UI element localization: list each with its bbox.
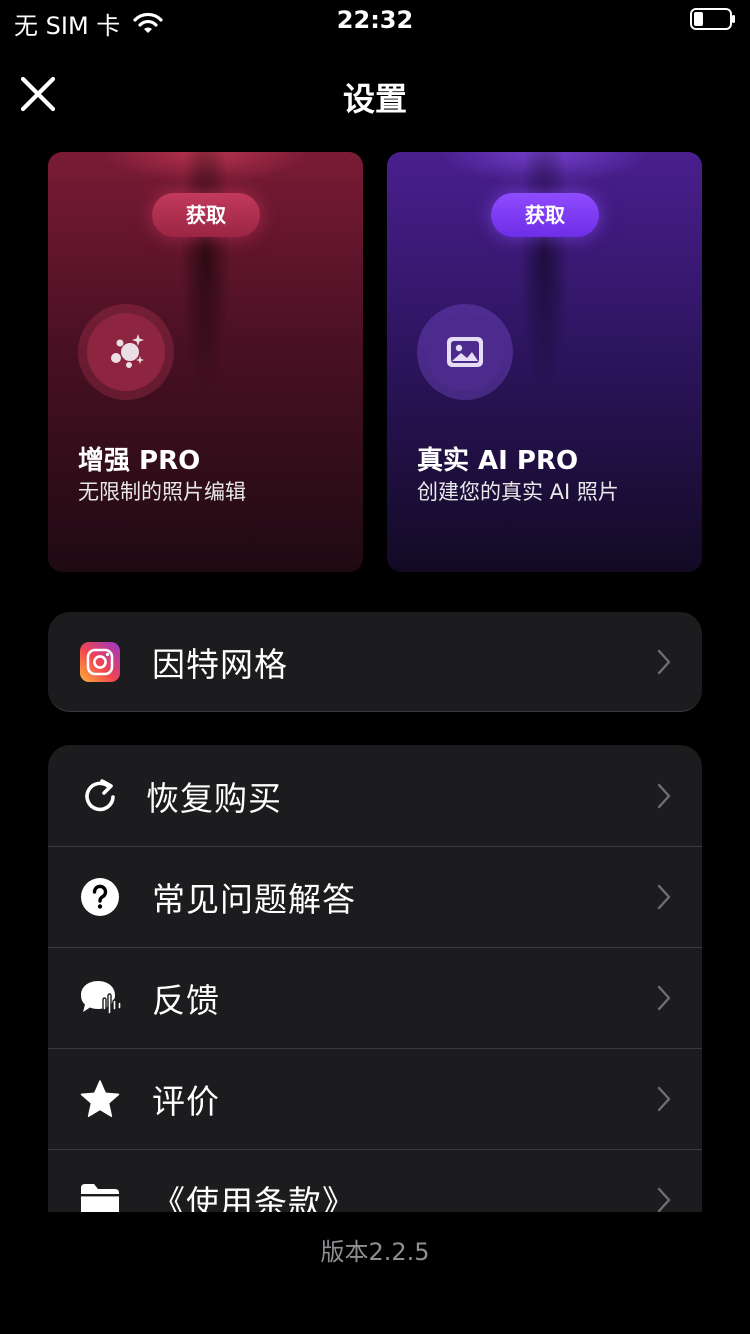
chevron-right-icon <box>657 884 671 909</box>
row-terms-of-use[interactable]: 《使用条款》 <box>48 1149 702 1212</box>
chevron-right-icon <box>657 1187 671 1212</box>
promo-card-enhance-pro[interactable]: 获取 增强 PRO 无限制的照片编辑 <box>48 152 363 572</box>
status-bar: 无 SIM 卡 22:32 <box>0 0 750 40</box>
question-icon <box>78 875 122 919</box>
real-ai-pro-description: 创建您的真实 AI 照片 <box>417 480 619 504</box>
chevron-right-icon <box>657 1086 671 1111</box>
row-faq[interactable]: 常见问题解答 <box>48 846 702 947</box>
image-icon <box>447 337 483 367</box>
enhance-badge <box>78 304 174 400</box>
row-rate[interactable]: 评价 <box>48 1048 702 1149</box>
battery-icon <box>690 8 735 30</box>
star-icon <box>78 1077 122 1121</box>
enhance-pro-description: 无限制的照片编辑 <box>78 480 246 504</box>
settings-menu: 恢复购买 常见问题解答 反馈 评价 《使用条款》 <box>48 745 702 1212</box>
feedback-label: 反馈 <box>152 980 220 1020</box>
page-title: 设置 <box>342 80 407 118</box>
chevron-right-icon <box>657 985 671 1010</box>
enhance-pro-title: 增强 PRO <box>78 446 201 476</box>
get-real-ai-pro-button[interactable]: 获取 <box>491 193 599 237</box>
rate-label: 评价 <box>152 1081 220 1121</box>
restore-purchase-label: 恢复购买 <box>146 778 282 818</box>
faq-label: 常见问题解答 <box>152 879 356 919</box>
restore-icon <box>78 774 122 818</box>
row-feedback[interactable]: 反馈 <box>48 947 702 1048</box>
social-group: 因特网格 <box>48 612 702 712</box>
promo-card-real-ai-pro[interactable]: 获取 真实 AI PRO 创建您的真实 AI 照片 <box>387 152 702 572</box>
chevron-right-icon <box>657 649 671 675</box>
sparkle-bubbles-icon <box>111 334 144 368</box>
feedback-icon <box>78 976 122 1020</box>
folder-icon <box>78 1178 122 1212</box>
get-enhance-pro-button[interactable]: 获取 <box>152 193 260 237</box>
status-time: 22:32 <box>336 6 414 34</box>
terms-of-use-label: 《使用条款》 <box>152 1182 356 1213</box>
real-ai-badge <box>417 304 513 400</box>
version-label: 版本2.2.5 <box>320 1238 430 1266</box>
row-instagram[interactable]: 因特网格 <box>48 612 702 711</box>
real-ai-pro-title: 真实 AI PRO <box>417 446 579 476</box>
row-restore-purchase[interactable]: 恢复购买 <box>48 745 702 846</box>
chevron-right-icon <box>657 783 671 808</box>
instagram-icon <box>78 640 122 684</box>
instagram-label: 因特网格 <box>152 645 288 684</box>
